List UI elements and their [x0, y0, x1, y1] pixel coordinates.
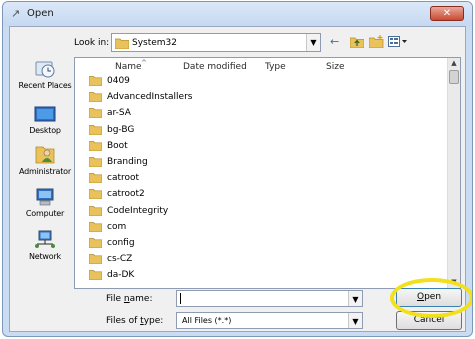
list-item-label: ar-SA [107, 108, 131, 119]
lookin-combo[interactable]: System32 ▼ [111, 33, 321, 52]
place-computer[interactable]: Computer [16, 187, 74, 218]
folder-icon [89, 108, 102, 119]
title-bar[interactable]: ↗ Open ✕ [3, 2, 472, 26]
folder-icon [89, 124, 102, 135]
dialog-body: Look in: System32 ▼ ← Recent Places Desk… [9, 26, 472, 332]
open-dialog-icon: ↗ [11, 7, 21, 20]
folder-icon [89, 221, 102, 232]
filename-label: File name: [106, 294, 153, 304]
place-label: Recent Places [18, 81, 72, 90]
column-header-name[interactable]: Name ^ [115, 59, 147, 72]
folder-icon [89, 76, 102, 86]
scroll-thumb[interactable] [449, 70, 459, 84]
folder-icon [89, 254, 102, 265]
filename-input[interactable]: ▼ [176, 290, 363, 307]
filetype-select[interactable]: All Files (*.*) ▼ [176, 312, 363, 329]
chevron-down-icon[interactable]: ▼ [306, 34, 320, 51]
open-dialog: ↗ Open ✕ Look in: System32 ▼ ← Recent Pl… [2, 1, 473, 337]
views-menu-icon[interactable] [388, 36, 408, 47]
chevron-down-icon[interactable]: ▼ [348, 313, 362, 328]
up-folder-icon[interactable] [350, 36, 364, 48]
recent-places-icon [35, 61, 55, 78]
place-desktop[interactable]: Desktop [16, 104, 74, 135]
list-item-label: com [107, 221, 127, 232]
list-item-label: AdvancedInstallers [107, 92, 193, 103]
list-item-label: cs-CZ [107, 254, 133, 265]
folder-icon [89, 173, 102, 184]
sort-caret-icon: ^ [141, 59, 147, 67]
list-item-label: catroot2 [107, 189, 145, 200]
filetype-value: All Files (*.*) [182, 316, 232, 325]
column-header-type[interactable]: Type [265, 62, 286, 72]
column-header-size[interactable]: Size [326, 62, 344, 72]
place-network[interactable]: Network [16, 230, 74, 261]
list-item-label: 0409 [107, 76, 130, 86]
close-button[interactable]: ✕ [430, 6, 464, 21]
computer-icon [36, 188, 54, 206]
place-label: Administrator [19, 167, 71, 176]
list-item-label: bg-BG [107, 124, 135, 135]
folder-icon [89, 157, 102, 167]
scroll-up-icon[interactable]: ▲ [448, 58, 460, 69]
list-item-label: da-DK [107, 270, 135, 281]
new-folder-icon[interactable] [369, 35, 384, 48]
folder-icon [89, 140, 102, 151]
scroll-down-icon[interactable]: ▼ [448, 277, 460, 288]
window-title: Open [27, 8, 54, 19]
file-list[interactable]: Name ^ Date modified Type Size 0409 Advan… [74, 57, 461, 289]
filetype-label: Files of type: [106, 316, 164, 326]
place-label: Network [28, 252, 61, 261]
column-header-date-modified[interactable]: Date modified [183, 62, 247, 72]
lookin-value: System32 [132, 38, 178, 48]
list-item-label: Branding [107, 157, 148, 167]
text-caret [180, 293, 181, 304]
places-bar: Recent Places Desktop Administrator Comp… [16, 57, 74, 289]
folder-icon [89, 189, 102, 200]
list-item-label: CodeIntegrity [107, 205, 169, 216]
place-label: Desktop [29, 126, 61, 135]
network-icon [35, 230, 55, 248]
list-item-label: catroot [107, 173, 140, 184]
folder-icon [89, 270, 102, 281]
cancel-button[interactable]: Cancel [396, 311, 462, 330]
desktop-icon [34, 106, 56, 122]
folder-icon [89, 92, 102, 103]
user-folder-icon [35, 146, 55, 164]
place-administrator[interactable]: Administrator [16, 143, 74, 176]
folder-icon [115, 38, 129, 49]
back-arrow-icon[interactable]: ← [330, 35, 339, 48]
folder-icon [89, 238, 102, 248]
folder-icon [89, 205, 102, 216]
lookin-label: Look in: [74, 38, 110, 48]
place-label: Computer [25, 209, 65, 218]
open-button[interactable]: Open [396, 288, 462, 307]
chevron-down-icon[interactable]: ▼ [348, 291, 362, 306]
place-recent-places[interactable]: Recent Places [16, 59, 74, 90]
vertical-scrollbar[interactable]: ▲ ▼ [447, 58, 460, 288]
list-item-label: config [107, 238, 135, 248]
list-item-label: Boot [107, 140, 128, 151]
